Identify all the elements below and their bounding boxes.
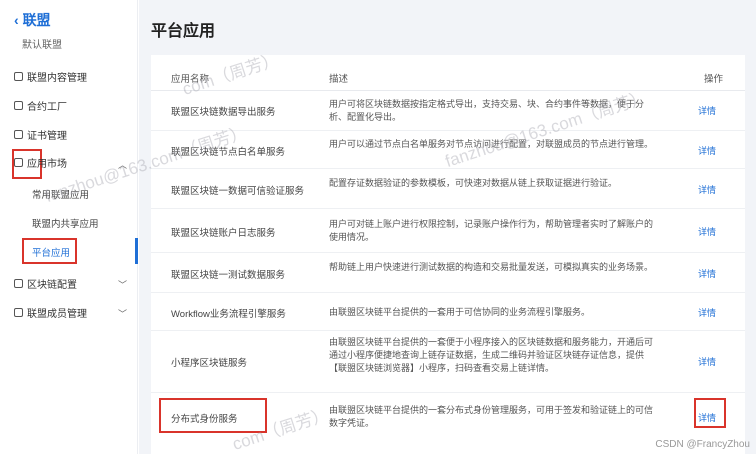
app-desc: 由联盟区块链平台提供的一套便于小程序接入的区块链数据和服务能力，开通后可通过小程… [329, 337, 654, 373]
detail-link[interactable]: 详情 [698, 183, 716, 196]
detail-link[interactable]: 详情 [698, 104, 716, 117]
sidebar: ‹ 联盟 默认联盟 联盟内容管理 合约工厂 证书管理 应用市场 ︿ 常用联盟应用… [0, 0, 138, 454]
sidebar-item-contract[interactable]: 合约工厂 [14, 97, 67, 113]
sidebar-child-shared[interactable]: 联盟内共享应用 [32, 216, 99, 230]
app-desc: 由联盟区块链平台提供的一套分布式身份管理服务，可用于签发和验证链上的可信数字凭证… [329, 405, 654, 428]
header-op: 操作 [704, 74, 724, 85]
app-name: Workflow业务流程引擎服务 [171, 309, 286, 320]
app-name: 联盟区块链一数据可信验证服务 [171, 186, 305, 197]
app-desc: 帮助链上用户快速进行测试数据的构造和交易批量发送，可模拟真实的业务场景。 [329, 262, 654, 272]
chevron-down-icon[interactable]: ﹀ [118, 307, 127, 320]
chevron-up-icon[interactable]: ︿ [118, 158, 127, 171]
alliance-subtitle: 默认联盟 [22, 40, 62, 51]
active-indicator [135, 238, 138, 264]
detail-link[interactable]: 详情 [698, 355, 716, 368]
sidebar-item-content[interactable]: 联盟内容管理 [14, 68, 87, 84]
header-desc: 描述 [329, 74, 349, 85]
sidebar-item-label: 联盟内容管理 [27, 72, 87, 84]
sidebar-item-config[interactable]: 区块链配置 [14, 275, 77, 291]
app-desc: 用户可对链上账户进行权限控制，记录账户操作行为，帮助管理者实时了解账户的使用情况… [329, 219, 654, 242]
detail-link[interactable]: 详情 [698, 225, 716, 238]
app-name: 联盟区块链数据导出服务 [171, 107, 276, 118]
table-row: 联盟区块链一测试数据服务 帮助链上用户快速进行测试数据的构造和交易批量发送，可模… [151, 253, 745, 293]
table-row: 联盟区块链账户日志服务 用户可对链上账户进行权限控制，记录账户操作行为，帮助管理… [151, 209, 745, 253]
credit-text: CSDN @FrancyZhou [655, 439, 750, 450]
back-link[interactable]: ‹ 联盟 [14, 10, 51, 30]
sidebar-child-platform[interactable]: 平台应用 [32, 245, 70, 259]
certificate-icon [14, 129, 23, 139]
highlight-box-detail [694, 398, 726, 428]
app-name: 小程序区块链服务 [171, 358, 248, 369]
header-name: 应用名称 [171, 74, 210, 85]
sidebar-item-label: 合约工厂 [27, 101, 67, 113]
sidebar-child-common[interactable]: 常用联盟应用 [32, 187, 89, 201]
sidebar-item-market[interactable]: 应用市场 [14, 154, 67, 170]
market-icon [14, 157, 23, 167]
detail-link[interactable]: 详情 [698, 267, 716, 280]
sidebar-item-label: 证书管理 [27, 130, 67, 142]
page-title: 平台应用 [151, 23, 216, 40]
table-row: Workflow业务流程引擎服务 由联盟区块链平台提供的一套用于可信协同的业务流… [151, 293, 745, 331]
app-name: 联盟区块链一测试数据服务 [171, 270, 286, 281]
chevron-left-icon: ‹ [14, 12, 23, 28]
table-row: 小程序区块链服务 由联盟区块链平台提供的一套便于小程序接入的区块链数据和服务能力… [151, 331, 745, 393]
sidebar-item-label: 区块链配置 [27, 279, 77, 291]
app-desc: 用户可将区块链数据按指定格式导出，支持交易、块、合约事件等数据，便于分析、配置化… [329, 99, 645, 122]
app-desc: 用户可以通过节点白名单服务对节点访问进行配置，对联盟成员的节点进行管理。 [329, 139, 654, 149]
alliance-label: 联盟 [22, 12, 51, 28]
chevron-down-icon[interactable]: ﹀ [118, 278, 127, 291]
sidebar-item-label: 应用市场 [27, 158, 67, 170]
app-desc: 由联盟区块链平台提供的一套用于可信协同的业务流程引擎服务。 [329, 307, 591, 317]
sidebar-item-certificate[interactable]: 证书管理 [14, 126, 67, 142]
contract-icon [14, 100, 23, 110]
table-row: 联盟区块链数据导出服务 用户可将区块链数据按指定格式导出，支持交易、块、合约事件… [151, 91, 745, 131]
app-name: 联盟区块链节点白名单服务 [171, 147, 286, 158]
sidebar-item-label: 联盟成员管理 [27, 308, 87, 320]
highlight-box-row [159, 398, 267, 433]
config-icon [14, 278, 23, 288]
detail-link[interactable]: 详情 [698, 306, 716, 319]
sidebar-item-members[interactable]: 联盟成员管理 [14, 304, 87, 320]
apps-table: 应用名称 描述 操作 联盟区块链数据导出服务 用户可将区块链数据按指定格式导出，… [151, 55, 745, 454]
main-content: 平台应用 应用名称 描述 操作 联盟区块链数据导出服务 用户可将区块链数据按指定… [139, 0, 756, 454]
table-header: 应用名称 描述 操作 [151, 61, 745, 91]
table-row: 联盟区块链一数据可信验证服务 配置存证数据验证的参数模板，可快速对数据从链上获取… [151, 169, 745, 209]
table-row: 联盟区块链节点白名单服务 用户可以通过节点白名单服务对节点访问进行配置，对联盟成… [151, 131, 745, 169]
detail-link[interactable]: 详情 [698, 144, 716, 157]
app-desc: 配置存证数据验证的参数模板，可快速对数据从链上获取证据进行验证。 [329, 178, 618, 188]
members-icon [14, 307, 23, 317]
content-icon [14, 71, 23, 81]
app-name: 联盟区块链账户日志服务 [171, 228, 276, 239]
